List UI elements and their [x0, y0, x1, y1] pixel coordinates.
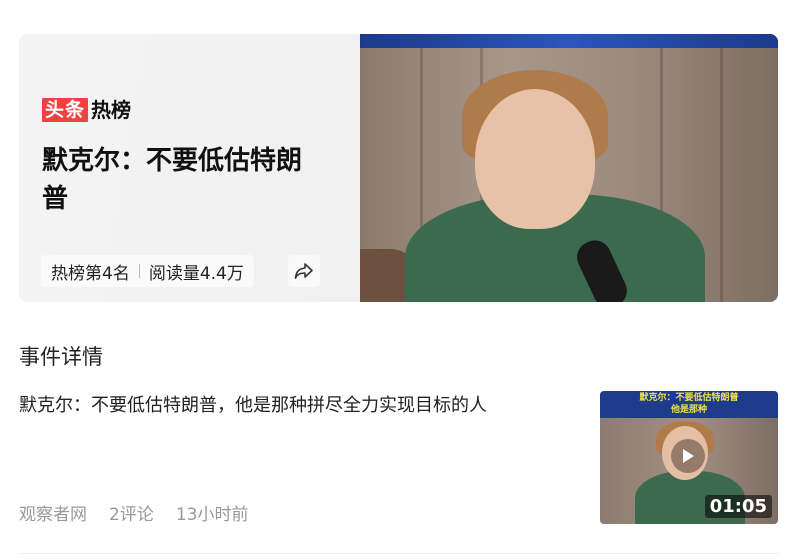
hot-news-hero-card[interactable]: 头条 热榜 默克尔：不要低估特朗普 热榜第4名 阅读量4.4万 — [19, 34, 778, 302]
thumbnail-caption-line: 他是那种 — [670, 405, 707, 415]
hero-headline[interactable]: 默克尔：不要低估特朗普 — [42, 142, 312, 218]
event-summary-link[interactable]: 默克尔：不要低估特朗普，他是那种拼尽全力实现目标的人 — [19, 393, 579, 419]
stats-divider — [138, 264, 140, 278]
hero-photo[interactable] — [360, 34, 778, 302]
logo-rebang: 热榜 — [91, 98, 132, 122]
hero-text-panel: 头条 热榜 默克尔：不要低估特朗普 热榜第4名 阅读量4.4万 — [19, 34, 360, 302]
read-count-text: 阅读量4.4万 — [148, 263, 244, 284]
divider-line — [19, 553, 778, 554]
play-button[interactable] — [671, 439, 705, 473]
person-head — [475, 89, 595, 229]
background-slat — [720, 48, 723, 302]
hero-photo-banner — [360, 34, 778, 48]
video-thumbnail[interactable]: 默克尔：不要低估特朗普 他是那种 01:05 — [600, 391, 778, 524]
hero-stats-bar: 热榜第4名 阅读量4.4万 — [41, 255, 254, 287]
thumbnail-caption-line: 默克尔：不要低估特朗普 — [639, 393, 739, 403]
hot-rank-text: 热榜第4名 — [51, 263, 130, 284]
play-icon — [683, 449, 694, 463]
share-icon — [294, 263, 313, 279]
publish-time: 13小时前 — [175, 505, 249, 525]
toutiao-hot-list-logo: 头条 热榜 — [42, 98, 131, 122]
source-name[interactable]: 观察者网 — [19, 500, 87, 525]
event-details-heading: 事件详情 — [19, 345, 103, 369]
logo-toutiao: 头条 — [42, 98, 89, 122]
video-duration: 01:05 — [704, 495, 772, 518]
comment-count[interactable]: 2评论 — [109, 500, 154, 525]
article-meta: 观察者网 2评论 13小时前 — [19, 500, 270, 525]
share-button[interactable] — [288, 255, 320, 287]
thumbnail-caption: 默克尔：不要低估特朗普 他是那种 — [600, 391, 778, 418]
